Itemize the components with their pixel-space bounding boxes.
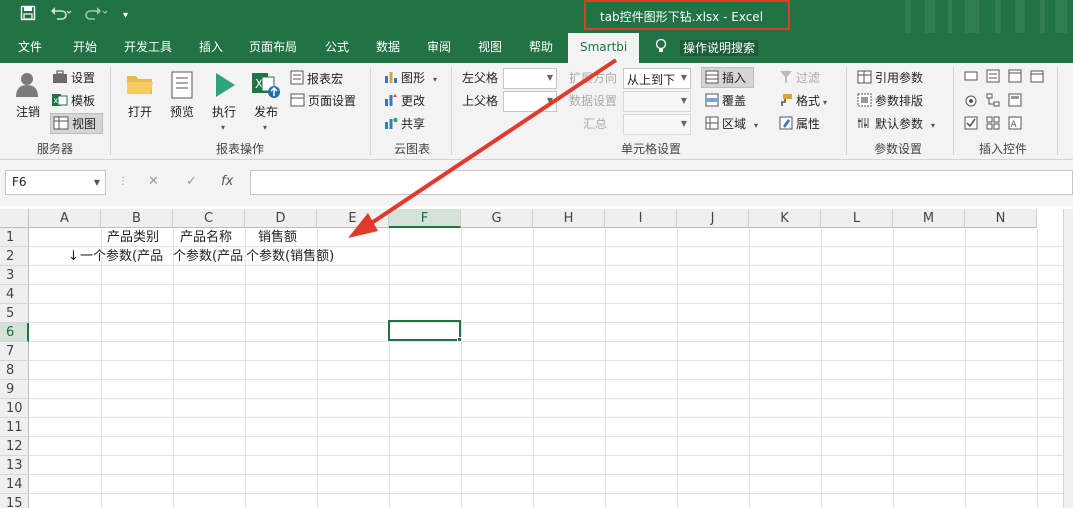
- annotation-arrow: [348, 58, 618, 238]
- excel-window: ▾ tab控件图形下钻.xlsx - Excel 文件 开始 开发工具 插入 页…: [0, 0, 1073, 508]
